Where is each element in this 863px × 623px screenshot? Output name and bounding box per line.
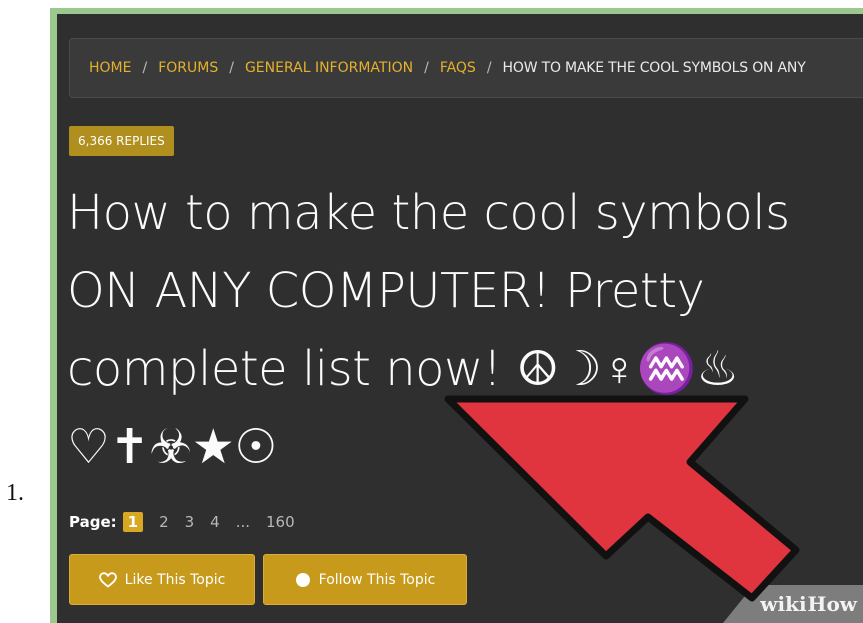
breadcrumb-separator: /: [486, 60, 492, 76]
like-topic-button[interactable]: Like This Topic: [69, 554, 255, 605]
breadcrumb-forums[interactable]: FORUMS: [158, 60, 218, 76]
wikihow-watermark: wiki How: [723, 585, 863, 623]
breadcrumb-separator: /: [424, 60, 429, 76]
heart-icon: [98, 571, 117, 588]
circle-icon: [295, 572, 311, 588]
follow-topic-button[interactable]: Follow This Topic: [263, 554, 467, 605]
breadcrumb-faqs[interactable]: FAQS: [440, 60, 476, 76]
like-topic-label: Like This Topic: [124, 571, 226, 588]
breadcrumb-home[interactable]: HOME: [89, 60, 131, 76]
follow-topic-label: Follow This Topic: [318, 571, 436, 588]
pagination: Page: 1 2 3 4 ... 160: [69, 512, 311, 532]
topic-title: How to make the cool symbols ON ANY COMP…: [67, 185, 790, 475]
breadcrumb-separator: /: [142, 60, 148, 76]
page-current[interactable]: 1: [122, 512, 144, 532]
screenshot-frame: HOME / FORUMS / GENERAL INFORMATION / FA…: [50, 8, 863, 623]
breadcrumb: HOME / FORUMS / GENERAL INFORMATION / FA…: [69, 38, 863, 98]
breadcrumb-current: HOW TO MAKE THE COOL SYMBOLS ON ANY: [502, 60, 806, 76]
page-link[interactable]: 4: [210, 513, 220, 531]
breadcrumb-general-information[interactable]: GENERAL INFORMATION: [245, 60, 413, 76]
page-link[interactable]: 3: [185, 513, 195, 531]
page-ellipsis: ...: [235, 513, 251, 531]
forum-page: HOME / FORUMS / GENERAL INFORMATION / FA…: [57, 14, 863, 623]
pagination-label: Page:: [69, 513, 117, 531]
replies-badge: 6,366 REPLIES: [69, 126, 174, 156]
page-link-last[interactable]: 160: [266, 513, 295, 531]
breadcrumb-separator: /: [229, 60, 234, 76]
list-number: 1.: [6, 480, 24, 506]
page-link[interactable]: 2: [159, 513, 169, 531]
